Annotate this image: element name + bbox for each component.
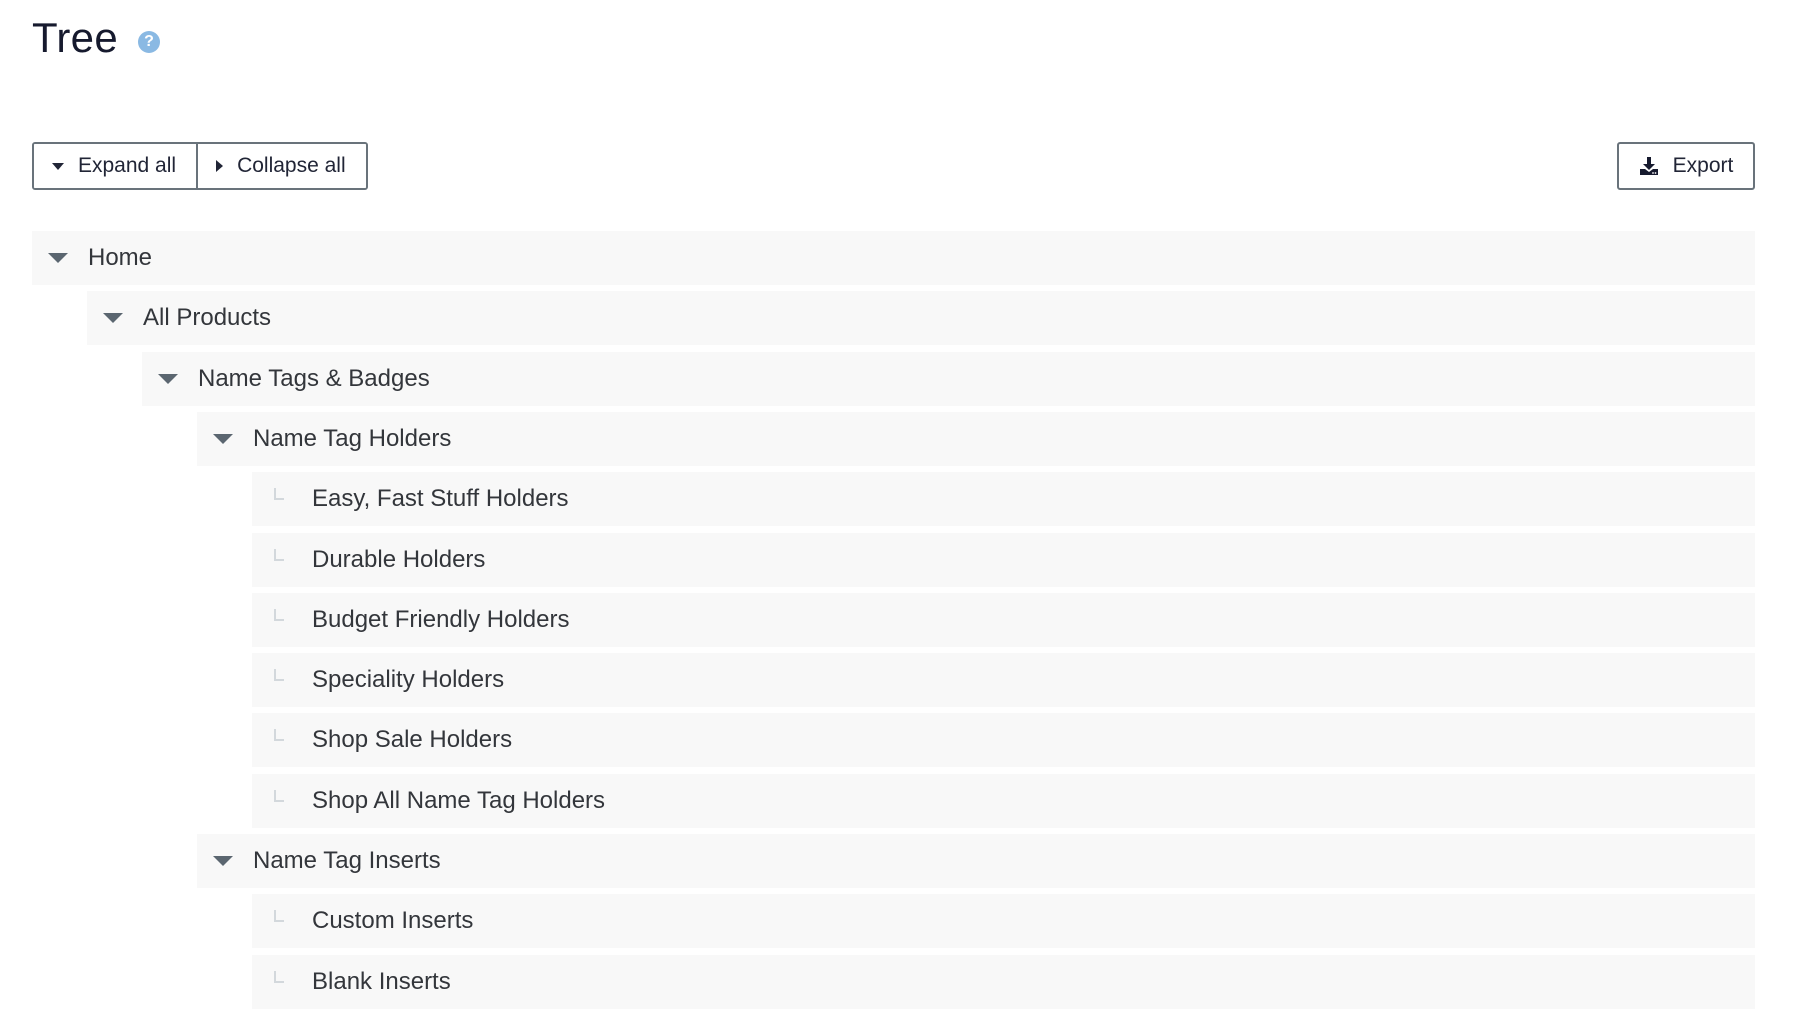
tree-node-label: Name Tag Holders (253, 425, 452, 452)
tree-node-label: Shop Sale Holders (312, 726, 513, 753)
tree-branch-row[interactable]: All Products (87, 291, 1755, 345)
caret-down-icon[interactable] (213, 856, 233, 866)
export-label: Export (1672, 154, 1734, 177)
caret-down-icon[interactable] (103, 313, 123, 323)
download-icon (1639, 157, 1658, 175)
tree-leaf-row[interactable]: Shop All Name Tag Holders (252, 774, 1755, 828)
leaf-connector-icon (274, 488, 284, 500)
caret-down-icon (52, 162, 64, 170)
page-title: Tree (32, 14, 118, 61)
tree-node-label: Budget Friendly Holders (312, 606, 570, 633)
leaf-connector-icon (274, 729, 284, 741)
tree-node-label: Blank Inserts (312, 968, 451, 995)
caret-right-icon (216, 160, 224, 172)
caret-down-icon[interactable] (213, 434, 233, 444)
tree-leaf-row[interactable]: Easy, Fast Stuff Holders (252, 472, 1755, 526)
leaf-connector-icon (274, 609, 284, 621)
caret-down-icon[interactable] (48, 253, 68, 263)
tree-node-label: Home (88, 244, 153, 271)
tree-leaf-row[interactable]: Durable Holders (252, 533, 1755, 587)
tree-leaf-row[interactable]: Blank Inserts (252, 955, 1755, 1009)
tree-leaf-row[interactable]: Speciality Holders (252, 653, 1755, 707)
expand-all-button[interactable]: Expand all (34, 144, 197, 188)
export-button[interactable]: Export (1617, 142, 1755, 190)
expand-all-label: Expand all (78, 154, 177, 177)
page-header: Tree ? (32, 14, 160, 62)
collapse-all-button[interactable]: Collapse all (196, 144, 366, 188)
leaf-connector-icon (274, 790, 284, 802)
tree-branch-row[interactable]: Name Tag Holders (197, 412, 1755, 466)
tree-node-label: Name Tags & Badges (198, 365, 430, 392)
leaf-connector-icon (274, 669, 284, 681)
expand-collapse-group: Expand all Collapse all (32, 142, 368, 190)
tree-branch-row[interactable]: Name Tags & Badges (142, 352, 1755, 406)
caret-down-icon[interactable] (158, 374, 178, 384)
tree-node-label: All Products (143, 304, 272, 331)
leaf-connector-icon (274, 971, 284, 983)
tree-leaf-row[interactable]: Shop Sale Holders (252, 713, 1755, 767)
tree-branch-row[interactable]: Name Tag Inserts (197, 834, 1755, 888)
tree-node-label: Durable Holders (312, 546, 486, 573)
leaf-connector-icon (274, 910, 284, 922)
tree-node-label: Easy, Fast Stuff Holders (312, 485, 569, 512)
tree-node-label: Name Tag Inserts (253, 847, 441, 874)
tree-node-label: Shop All Name Tag Holders (312, 787, 606, 814)
leaf-connector-icon (274, 549, 284, 561)
tree-node-label: Custom Inserts (312, 907, 474, 934)
tree-leaf-row[interactable]: Custom Inserts (252, 894, 1755, 948)
collapse-all-label: Collapse all (237, 154, 346, 177)
tree-node-label: Speciality Holders (312, 666, 505, 693)
tree-branch-row[interactable]: Home (32, 231, 1755, 285)
help-icon[interactable]: ? (138, 31, 160, 53)
tree-leaf-row[interactable]: Budget Friendly Holders (252, 593, 1755, 647)
